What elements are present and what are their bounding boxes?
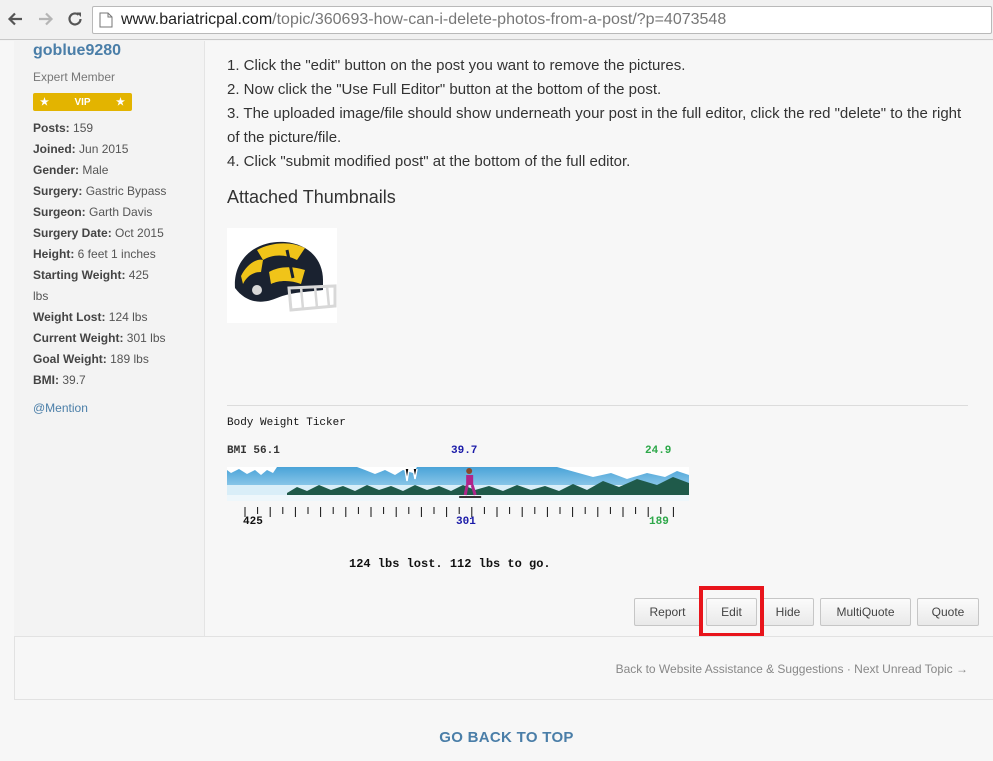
stat-value: Male [82,163,109,177]
attachments-heading: Attached Thumbnails [227,187,396,207]
stat-row: Surgery: Gastric Bypass [33,181,198,202]
stat-label: Starting Weight: [33,268,126,282]
stat-label: Height: [33,247,75,261]
stat-label: Surgery Date: [33,226,112,240]
edit-highlight-box [699,586,764,637]
bmi-start-label: BMI 56.1 [227,445,280,457]
stat-label: Goal Weight: [33,352,107,366]
instruction-step: 2. Now click the "Use Full Editor" butto… [227,81,662,98]
page-icon [99,12,113,28]
instruction-step: 1. Click the "edit" button on the post y… [227,57,686,74]
stat-row: Posts: 159 [33,118,198,139]
author-stats: Posts: 159 Joined: Jun 2015 Gender: Male Su… [33,118,198,391]
stat-value: 159 [73,121,94,135]
back-button[interactable] [3,7,27,31]
post-body: 1. Click the "edit" button on the post y… [227,54,972,174]
bmi-current-label: 39.7 [451,445,478,457]
hide-button[interactable]: Hide [762,598,814,626]
star-icon: ★ [116,96,125,108]
stat-value: Gastric Bypass [85,184,167,198]
url-text: www.bariatricpal.com/topic/360693-how-ca… [121,11,727,28]
helmet-image [227,228,337,323]
multiquote-button[interactable]: MultiQuote [820,598,911,626]
vip-badge: ★ VIP ★ [33,93,132,111]
stat-row: Surgeon: Garth Davis [33,202,198,223]
back-to-forum-link[interactable]: Back to Website Assistance & Suggestions [616,662,844,676]
address-bar[interactable]: www.bariatricpal.com/topic/360693-how-ca… [92,6,992,34]
stat-value: 124 lbs [108,310,148,324]
stat-value: 6 feet 1 inches [77,247,156,261]
browser-toolbar: www.bariatricpal.com/topic/360693-how-ca… [0,0,993,40]
next-unread-topic-link[interactable]: Next Unread Topic → [854,662,968,676]
stat-value: Jun 2015 [79,142,129,156]
stat-value: 301 lbs [126,331,166,345]
weight-goal-label: 189 [649,516,669,528]
stat-label: Gender: [33,163,80,177]
stat-row: Gender: Male [33,160,198,181]
post-content: 1. Click the "edit" button on the post y… [227,41,972,571]
instruction-step: 3. The uploaded image/file should show u… [227,105,962,146]
nav-separator: · [846,662,851,676]
go-back-to-top-link[interactable]: GO BACK TO TOP [0,729,993,746]
stat-label: Joined: [33,142,76,156]
stat-value: Garth Davis [89,205,153,219]
forward-arrow-icon [39,12,54,26]
stat-label: Surgery: [33,184,83,198]
bmi-goal-label: 24.9 [645,445,672,457]
stat-row: Surgery Date: Oct 2015 [33,223,198,244]
signature-divider [227,405,968,406]
stat-label: Posts: [33,121,70,135]
topic-navigation: Back to Website Assistance & Suggestions… [14,636,993,700]
stat-value: Oct 2015 [115,226,164,240]
forward-button[interactable] [34,7,58,31]
ticker-title: Body Weight Ticker [227,417,346,429]
reload-icon [68,12,82,26]
page: goblue9280 Expert Member ★ VIP ★ Posts: … [0,41,993,761]
author-sidebar: goblue9280 Expert Member ★ VIP ★ Posts: … [14,41,205,636]
stat-row: Weight Lost: 124 lbs [33,307,198,328]
quote-button[interactable]: Quote [917,598,979,626]
star-icon: ★ [40,96,49,108]
ticker-bar [227,467,689,501]
ticker-progress-text: 124 lbs lost. 112 lbs to go. [349,557,551,571]
member-title: Expert Member [33,70,116,84]
stat-label: Current Weight: [33,331,124,345]
instruction-step: 4. Click "submit modified post" at the b… [227,153,631,170]
mention-link[interactable]: @Mention [33,401,198,415]
weight-ticker: Body Weight Ticker BMI 56.1 39.7 24.9 42… [227,417,689,577]
report-button[interactable]: Report [634,598,701,626]
reload-button[interactable] [63,7,87,31]
badge-label: VIP [74,96,91,108]
stat-label: Weight Lost: [33,310,106,324]
weight-current-label: 301 [456,516,476,528]
attached-thumbnail[interactable] [227,228,337,323]
stat-label: BMI: [33,373,59,387]
stat-label: Surgeon: [33,205,86,219]
stat-row: BMI: 39.7 [33,370,198,391]
back-arrow-icon [7,12,22,26]
author-username[interactable]: goblue9280 [33,42,198,60]
stat-row: Height: 6 feet 1 inches [33,244,198,265]
stat-row: Current Weight: 301 lbs [33,328,198,349]
weight-start-label: 425 [243,516,263,528]
stat-row: Goal Weight: 189 lbs [33,349,198,370]
stat-row: Joined: Jun 2015 [33,139,198,160]
stat-row: Starting Weight: 425 lbs [33,265,163,307]
stat-value: 189 lbs [110,352,149,366]
stat-value: 39.7 [62,373,86,387]
